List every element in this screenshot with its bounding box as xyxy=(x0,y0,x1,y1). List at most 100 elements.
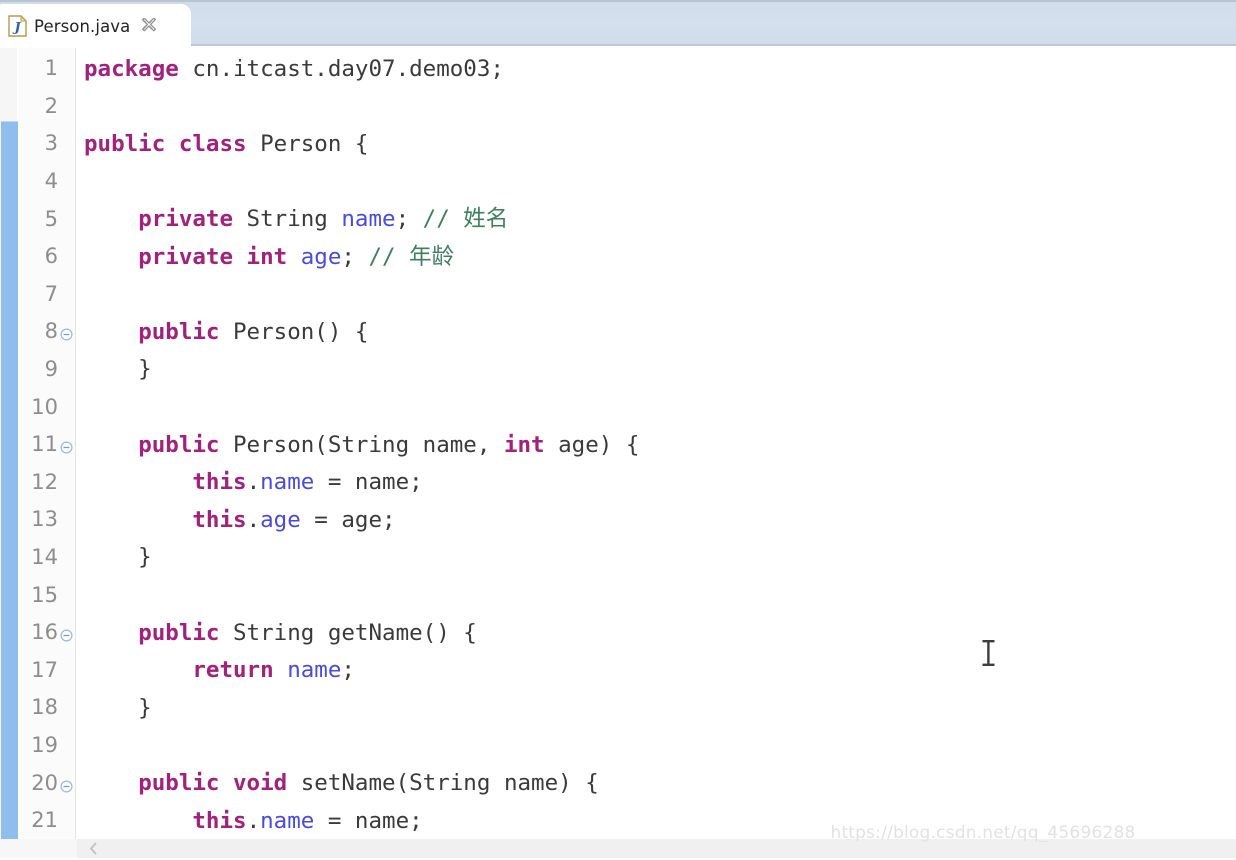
gutter-row[interactable]: 12 xyxy=(18,464,76,502)
gutter-row[interactable]: 2 xyxy=(18,88,76,126)
gutter-row[interactable]: 5 xyxy=(18,200,76,238)
code-token-pln: = age; xyxy=(300,506,396,533)
code-token-kw: public xyxy=(138,318,220,345)
code-token-pln xyxy=(84,471,192,494)
code-token-pln xyxy=(84,509,192,532)
gutter-row[interactable]: 10 xyxy=(18,388,76,426)
gutter-row[interactable]: 17 xyxy=(18,652,76,690)
fold-collapse-icon[interactable] xyxy=(60,439,73,454)
change-ruler-column xyxy=(0,46,18,839)
code-token-pln: ; xyxy=(395,205,423,232)
gutter-row[interactable]: 14 xyxy=(18,539,76,577)
code-line[interactable]: public String getName() { xyxy=(84,614,1236,652)
fold-collapse-icon[interactable] xyxy=(60,778,73,793)
code-line[interactable] xyxy=(84,276,1236,314)
code-line[interactable]: public void setName(String name) { xyxy=(84,764,1236,802)
code-token-cmt: // 年龄 xyxy=(368,243,455,270)
code-line[interactable]: this. name = name; xyxy=(84,802,1236,839)
gutter-row[interactable]: 16 xyxy=(18,614,76,652)
gutter-row[interactable]: 1 xyxy=(18,50,76,88)
code-line[interactable]: this. name = name; xyxy=(84,464,1236,502)
gutter-row[interactable]: 18 xyxy=(18,689,76,727)
java-source-editor[interactable]: 1 2 3 4 5 6 7 8 9 10 11 12 13 14 15 16 17 18 19 20 21 packag… xyxy=(0,46,1236,839)
editor-tab-label: Person.java xyxy=(34,16,131,36)
gutter-row[interactable]: 19 xyxy=(18,727,76,765)
line-number: 15 xyxy=(31,582,58,607)
code-line[interactable]: public class Person { xyxy=(84,125,1236,163)
gutter-row[interactable]: 6 xyxy=(18,238,76,276)
gutter-row[interactable]: 8 xyxy=(18,313,76,351)
code-token-fld: name xyxy=(260,469,315,496)
line-number: 19 xyxy=(31,733,58,758)
line-number: 1 xyxy=(44,56,58,81)
code-token-pln: . xyxy=(246,469,261,496)
code-line[interactable]: } xyxy=(84,539,1236,577)
code-token-kw: public void xyxy=(138,769,288,796)
code-line[interactable]: this. age = age; xyxy=(84,501,1236,539)
close-icon[interactable] xyxy=(141,17,157,34)
code-line[interactable]: } xyxy=(84,351,1236,389)
line-number: 16 xyxy=(31,620,58,645)
code-token-pln: } xyxy=(84,694,152,721)
fold-collapse-icon[interactable] xyxy=(60,326,73,341)
line-number-gutter[interactable]: 1 2 3 4 5 6 7 8 9 10 11 12 13 14 15 16 17 18 19 20 21 xyxy=(18,46,76,839)
gutter-row[interactable]: 4 xyxy=(18,163,76,201)
code-token-pln: Person() { xyxy=(219,318,369,345)
code-token-pln: String getName() { xyxy=(219,619,477,646)
code-line[interactable]: public Person() { xyxy=(84,313,1236,351)
code-token-kw: public xyxy=(138,619,220,646)
code-text-area[interactable]: package cn.itcast.day07.demo03; public cl… xyxy=(77,46,1236,839)
gutter-row[interactable]: 21 xyxy=(18,802,76,839)
code-line[interactable]: private String name; // 姓名 xyxy=(84,200,1236,238)
code-token-pln xyxy=(84,246,138,269)
code-token-kw: this xyxy=(192,506,247,533)
gutter-row[interactable]: 13 xyxy=(18,501,76,539)
editor-tab-person-java[interactable]: J Person.java xyxy=(0,4,191,48)
code-token-pln: cn.itcast.day07.demo03; xyxy=(178,55,504,82)
change-indicator-bar xyxy=(1,121,18,839)
line-number: 7 xyxy=(44,281,58,306)
code-line[interactable] xyxy=(84,88,1236,126)
code-token-fld: name xyxy=(341,205,396,232)
code-token-pln xyxy=(84,321,138,344)
code-token-pln xyxy=(287,246,301,269)
line-number: 4 xyxy=(44,169,58,194)
gutter-row[interactable]: 15 xyxy=(18,576,76,614)
code-line[interactable] xyxy=(84,388,1236,426)
code-token-pln xyxy=(84,772,138,795)
code-line[interactable] xyxy=(84,727,1236,765)
code-token-pln: String xyxy=(233,205,342,232)
line-number: 17 xyxy=(31,657,58,682)
chevron-left-icon[interactable] xyxy=(86,841,101,856)
code-token-pln: setName(String name) { xyxy=(287,769,599,796)
gutter-row[interactable]: 3 xyxy=(18,125,76,163)
code-line[interactable] xyxy=(84,576,1236,614)
gutter-row[interactable]: 9 xyxy=(18,351,76,389)
code-line[interactable] xyxy=(84,163,1236,201)
code-token-pln xyxy=(84,434,138,457)
code-line[interactable]: public Person(String name, int age) { xyxy=(84,426,1236,464)
line-number: 6 xyxy=(44,244,58,269)
code-token-cmt: // 姓名 xyxy=(422,205,509,232)
code-line[interactable]: package cn.itcast.day07.demo03; xyxy=(84,50,1236,88)
gutter-row[interactable]: 11 xyxy=(18,426,76,464)
code-token-fld: age xyxy=(300,243,342,270)
code-token-pln xyxy=(84,208,138,231)
gutter-row[interactable]: 20 xyxy=(18,764,76,802)
code-token-kw: this xyxy=(192,807,247,834)
code-line[interactable]: return name; xyxy=(84,652,1236,690)
code-token-pln: = name; xyxy=(314,807,423,834)
code-token-pln: = name; xyxy=(314,469,423,496)
code-line[interactable]: private int age; // 年龄 xyxy=(84,238,1236,276)
code-line[interactable]: } xyxy=(84,689,1236,727)
code-token-kw: public xyxy=(138,431,220,458)
gutter-row[interactable]: 7 xyxy=(18,276,76,314)
code-token-kw: package xyxy=(84,55,179,82)
code-token-kw: int xyxy=(503,431,545,458)
scrollbar-corner xyxy=(0,839,77,858)
code-token-pln: age) { xyxy=(544,431,640,458)
fold-collapse-icon[interactable] xyxy=(60,627,73,642)
code-token-kw: public class xyxy=(84,130,247,157)
code-token-pln xyxy=(84,810,192,833)
horizontal-scrollbar[interactable] xyxy=(0,839,1236,858)
